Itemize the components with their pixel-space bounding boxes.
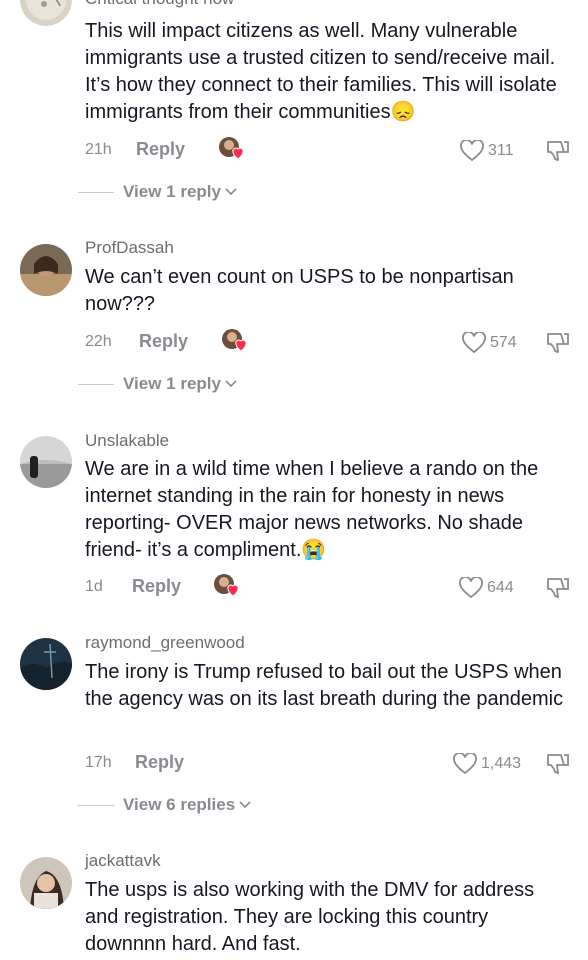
like-count: 1,443 [481,755,522,772]
view-replies-button[interactable]: View 6 replies [78,793,251,817]
thumbs-down-icon [547,141,569,161]
heart-icon [459,577,483,599]
comment-username[interactable]: jackattavk [85,851,161,871]
chevron-down-icon [239,801,251,809]
like-button[interactable]: 574 [462,330,517,356]
comment-actions: 21h Reply 311 [85,135,575,165]
avatar[interactable] [20,436,72,488]
comment-text: This will impact citizens as well. Many … [85,20,557,123]
thumbs-down-icon [547,754,569,774]
comment-time: 17h [85,754,112,771]
comment-actions: 1d Reply 644 [85,572,575,602]
reply-button[interactable]: Reply [135,752,184,773]
like-button[interactable]: 644 [459,575,514,601]
comment-actions: 17h Reply 1,443 [85,748,575,778]
view-replies-button[interactable]: View 1 reply [78,180,237,204]
thumbs-down-icon [547,578,569,598]
heart-icon [462,332,486,354]
heart-icon [460,140,484,162]
avatar[interactable] [20,0,72,26]
reply-button[interactable]: Reply [139,331,188,352]
comment-time: 21h [85,141,112,158]
comment-text: The irony is Trump refused to bail out t… [85,661,564,710]
comment-actions: 22h Reply 574 [85,327,575,357]
chevron-down-icon [225,188,237,196]
like-button[interactable]: 311 [460,138,514,164]
reply-button[interactable]: Reply [132,576,181,597]
comment-text: The usps is also working with the DMV fo… [85,879,535,955]
like-count: 574 [490,334,517,351]
comment-username[interactable]: Unslakable [85,431,169,451]
avatar[interactable] [20,857,72,909]
view-replies-label: View 1 reply [123,374,221,393]
view-replies-button[interactable]: View 1 reply [78,372,237,396]
like-count: 311 [488,142,514,159]
dislike-button[interactable] [545,751,571,777]
comment-text: We are in a wild time when I believe a r… [85,458,539,561]
view-replies-label: View 6 replies [123,795,236,814]
comment-time: 1d [85,578,103,595]
dislike-button[interactable] [545,138,571,164]
chevron-down-icon [225,380,237,388]
comment-text: We can’t even count on USPS to be nonpar… [85,266,514,315]
creator-liked-icon [213,572,239,598]
creator-liked-icon [221,327,247,353]
comment-username[interactable]: raymond_greenwood [85,633,245,653]
dislike-button[interactable] [545,575,571,601]
reply-button[interactable]: Reply [136,139,185,160]
thumbs-down-icon [547,333,569,353]
comment-time: 22h [85,333,112,350]
like-count: 644 [487,579,514,596]
comment-username[interactable]: ProfDassah [85,238,174,258]
heart-icon [453,753,477,775]
view-replies-label: View 1 reply [123,182,221,201]
like-button[interactable]: 1,443 [453,751,521,777]
comment-username[interactable]: Critical thought now [85,0,234,9]
dislike-button[interactable] [545,330,571,356]
avatar[interactable] [20,638,72,690]
creator-liked-icon [218,135,244,161]
avatar[interactable] [20,244,72,296]
